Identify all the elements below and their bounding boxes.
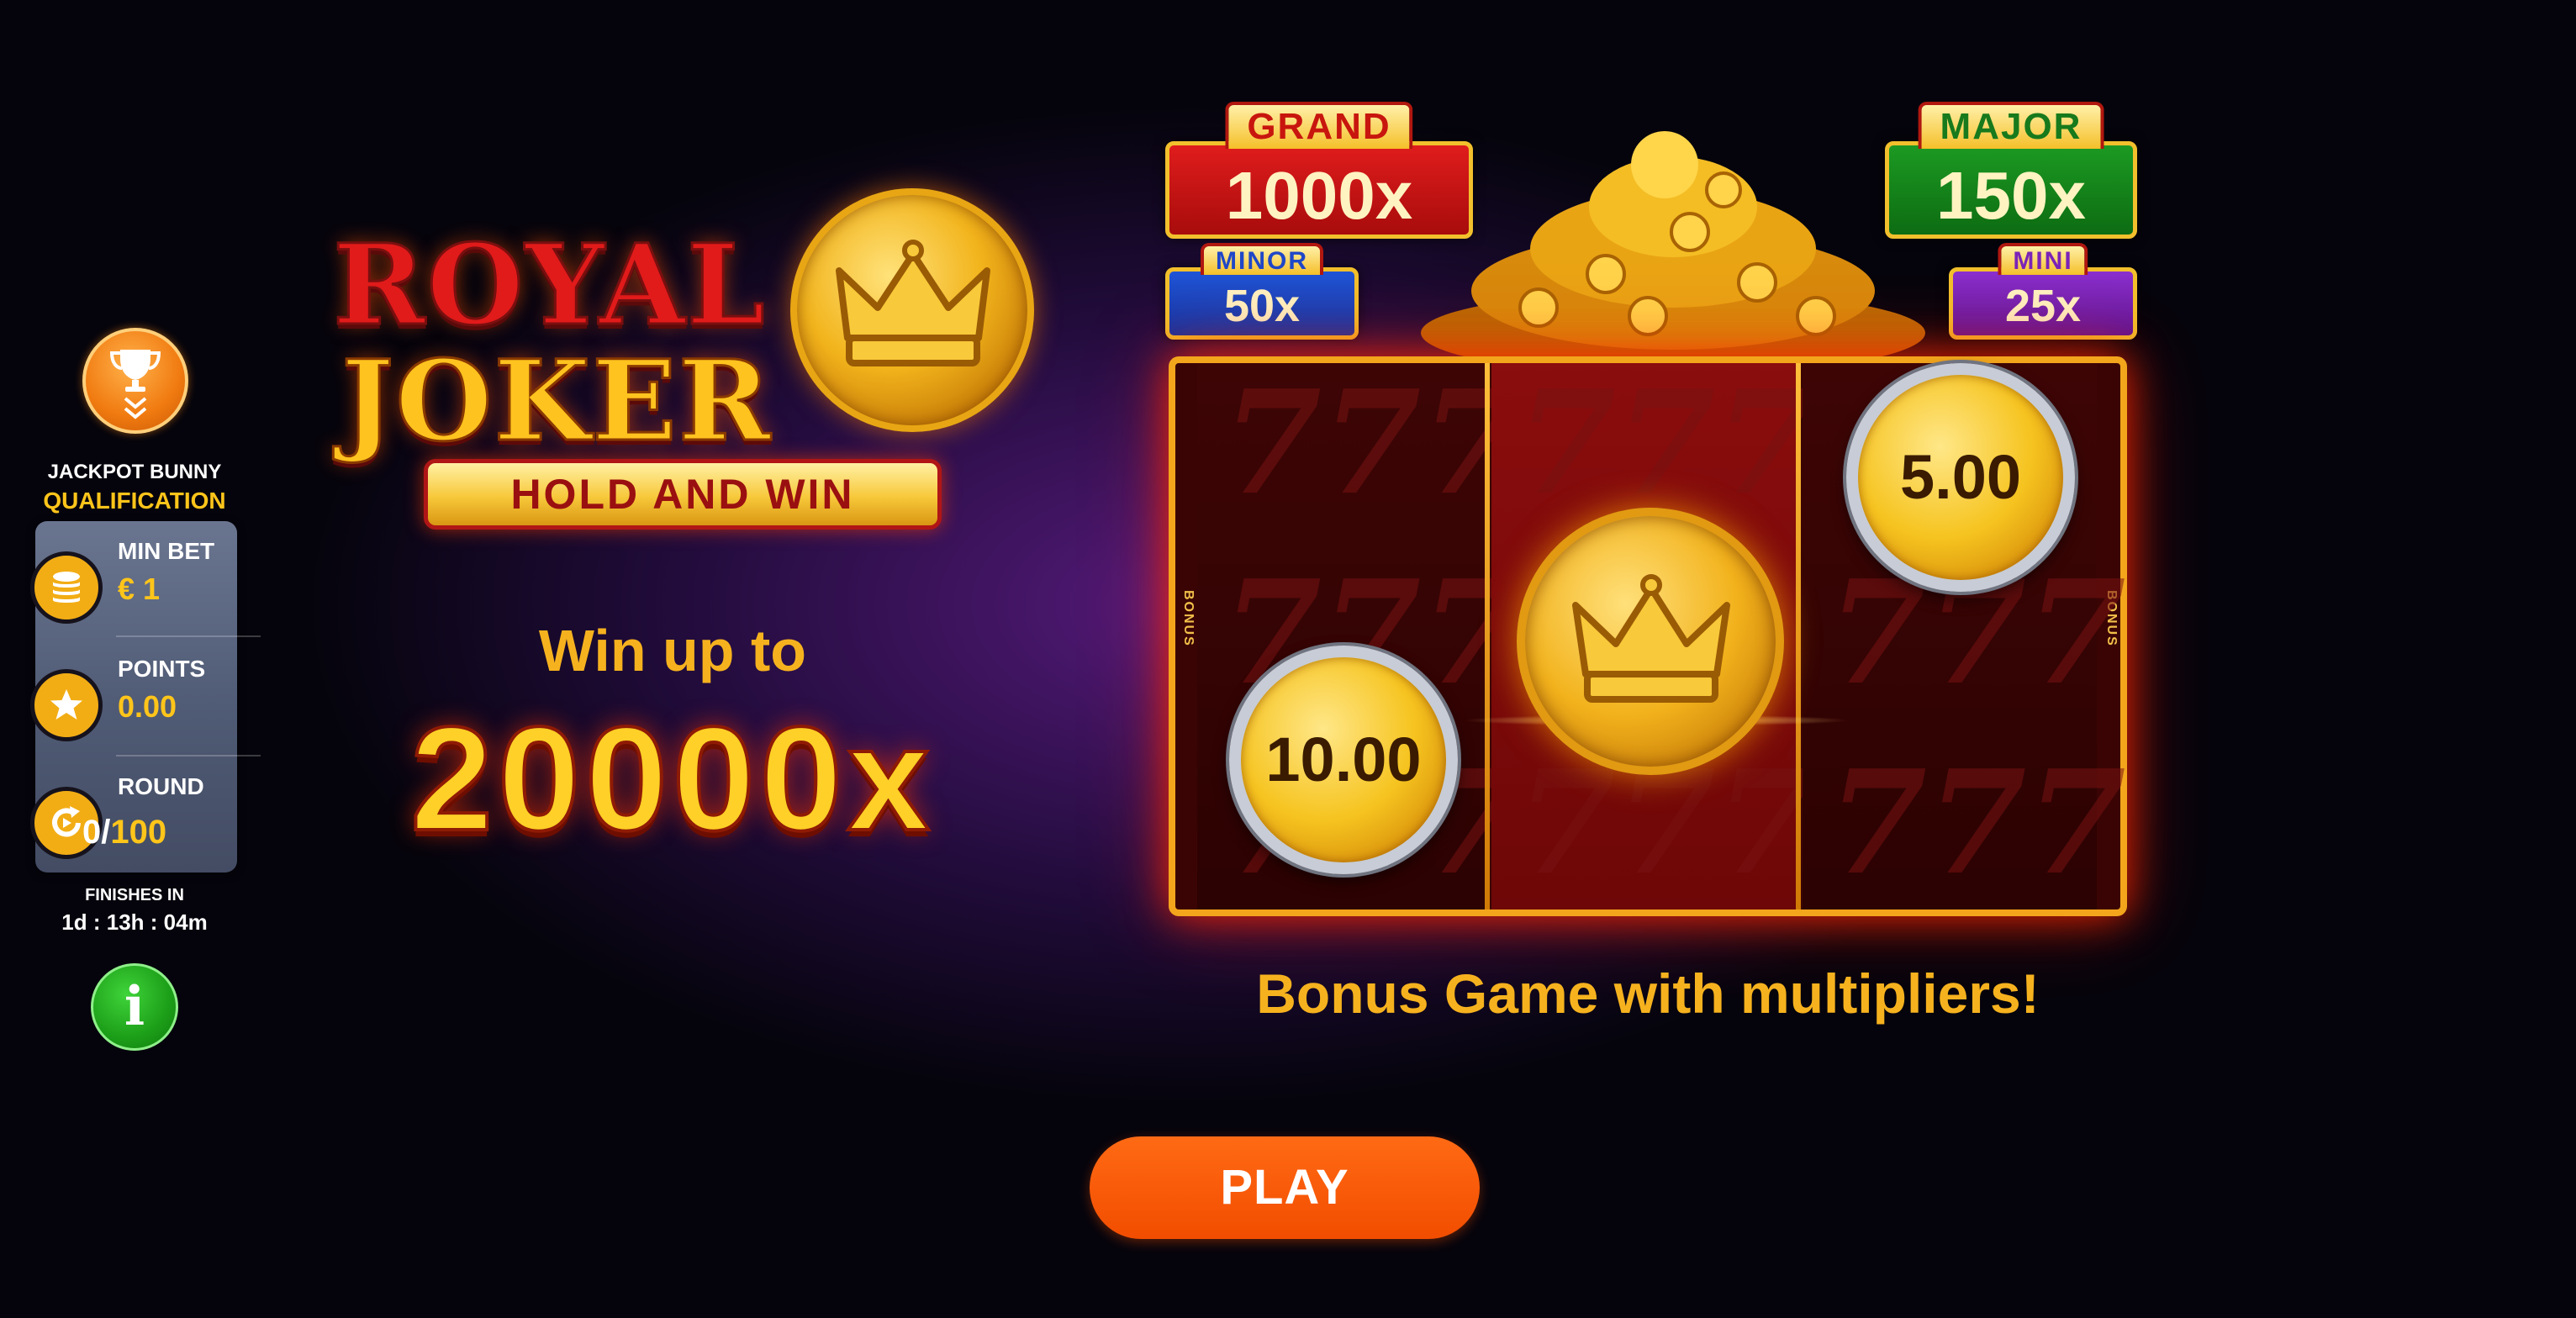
jackpot-mini-title: MINI [1998,243,2088,275]
play-button[interactable]: PLAY [1090,1136,1480,1239]
logo-crown-coin [790,188,1034,432]
jackpot-major-value: 150x [1936,158,2086,233]
finishes-in-label: FINISHES IN [85,886,184,904]
leaderboard-trophy-button[interactable] [82,328,188,434]
info-button[interactable]: i [91,963,178,1051]
logo-title-royal: ROYAL [332,219,767,352]
round-current: 0/ [82,814,111,851]
coins-stack-icon [30,551,103,624]
max-win-multiplier: 20000x [409,695,935,863]
round-label: ROUND [118,773,204,799]
min-bet-value: € 1 [118,572,161,606]
jackpot-mini: MINI 25x [1949,243,2137,340]
jackpot-grand: GRAND 1000x [1165,102,1473,239]
points-value: 0.00 [118,689,177,724]
reel-separator [1485,363,1490,909]
money-coin-symbol: 10.00 [1229,646,1458,874]
trophy-icon [109,350,161,419]
leaderboard-name: JACKPOT BUNNY [47,461,222,483]
points-label: POINTS [118,656,206,682]
jackpot-mini-value: 25x [2004,281,2082,331]
reel-symbol-777: 777 [1517,359,1815,527]
jackpot-minor-title: MINOR [1201,243,1323,275]
min-bet-label: MIN BET [118,538,215,564]
stats-divider [116,635,261,637]
jackpot-major-title: MAJOR [1918,102,2104,149]
star-icon [30,669,103,741]
logo-subtitle-banner: HOLD AND WIN [424,459,942,530]
jackpot-grand-title: GRAND [1225,102,1413,149]
reel-separator [1796,363,1801,909]
crown-coin-symbol [1517,508,1784,775]
bonus-side-label-left: BONUS [1181,590,1196,647]
round-counter: 0/100 [82,814,166,851]
stats-divider [116,755,261,757]
crown-icon [836,240,990,366]
crown-icon [1572,574,1730,703]
reel-symbol-777: 777 [1222,359,1521,527]
jackpot-major: MAJOR 150x [1885,102,2137,239]
win-up-to-label: Win up to [538,618,807,683]
round-total: 100 [110,814,167,851]
bonus-game-caption: Bonus Game with multipliers! [1256,962,2040,1025]
logo-title-joker: JOKER [340,335,773,468]
leaderboard-status: QUALIFICATION [43,488,226,514]
reel-symbol-777: 777 [1828,739,2126,907]
money-coin-symbol: 5.00 [1846,363,2075,592]
jackpot-minor-value: 50x [1223,281,1301,331]
finishes-in-countdown: 1d : 13h : 04m [61,909,208,935]
gold-coin-pile [1421,131,1925,366]
jackpot-grand-value: 1000x [1225,158,1413,233]
jackpot-minor: MINOR 50x [1165,243,1359,340]
